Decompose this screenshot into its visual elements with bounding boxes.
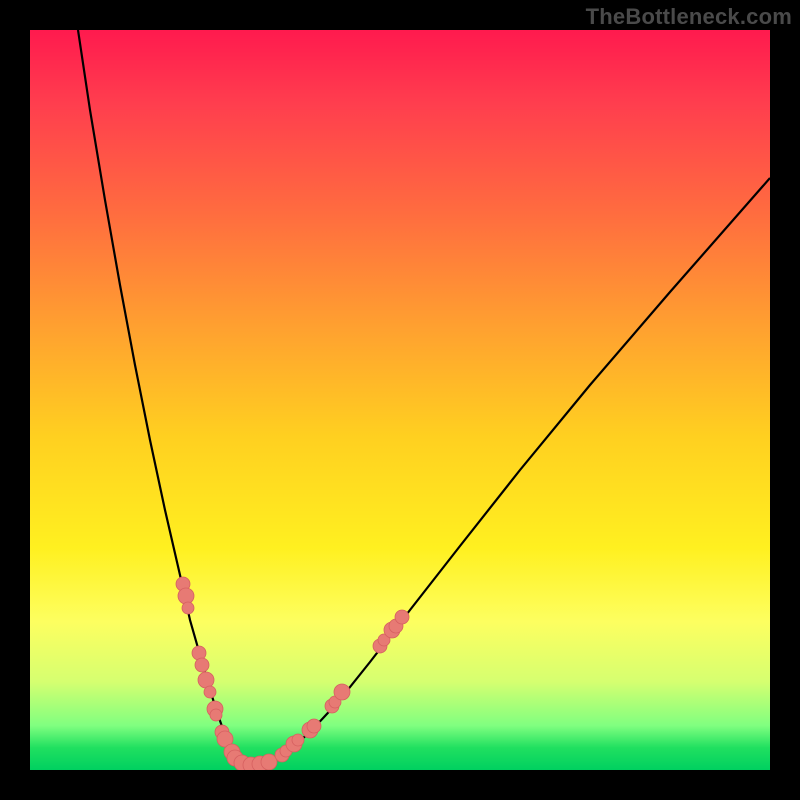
bottleneck-curve-svg bbox=[30, 30, 770, 770]
curve-marker bbox=[210, 709, 222, 721]
curve-markers bbox=[176, 577, 409, 770]
curve-marker bbox=[204, 686, 216, 698]
curve-marker bbox=[195, 658, 209, 672]
curve-marker bbox=[307, 719, 321, 733]
curve-marker bbox=[261, 754, 277, 770]
bottleneck-curve-path bbox=[78, 30, 770, 765]
curve-marker bbox=[334, 684, 350, 700]
curve-marker bbox=[178, 588, 194, 604]
curve-marker bbox=[395, 610, 409, 624]
watermark-text: TheBottleneck.com bbox=[586, 4, 792, 30]
plot-area bbox=[30, 30, 770, 770]
curve-marker bbox=[198, 672, 214, 688]
curve-marker bbox=[182, 602, 194, 614]
chart-frame: TheBottleneck.com bbox=[0, 0, 800, 800]
curve-marker bbox=[292, 734, 304, 746]
